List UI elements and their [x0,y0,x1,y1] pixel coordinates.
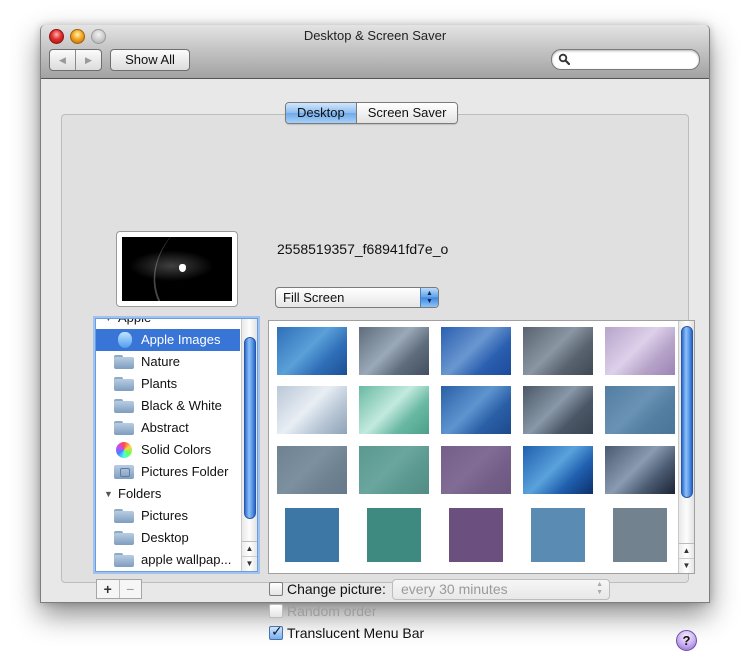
source-item-apple-images[interactable]: Apple Images [96,329,240,351]
picture-grid: ▲ ▼ [268,320,695,574]
help-button[interactable]: ? [676,630,697,651]
picture-filename: 2558519357_f68941fd7e_o [277,241,449,257]
picture-grid-scrollbar[interactable]: ▲ ▼ [678,321,694,573]
scroll-up-button[interactable]: ▲ [242,541,257,556]
popup-arrows-icon: ▲ ▼ [596,581,603,596]
preferences-window: Desktop & Screen Saver ◀ ▶ Show All 2558… [40,25,710,651]
source-item-plants[interactable]: Plants [96,373,240,395]
back-forward-control: ◀ ▶ [49,49,102,71]
wallpaper-thumbnail-aqua-blue[interactable] [277,327,347,375]
source-item-desktop[interactable]: Desktop [96,527,240,549]
wallpaper-thumbnail-aqua-graphite[interactable] [359,327,429,375]
wallpaper-thumbnail-blue-rings[interactable] [441,386,511,434]
fit-mode-popup[interactable]: Fill Screen ▲ ▼ [275,287,439,308]
wallpaper-thumbnail-solid-light-blue[interactable] [531,508,585,562]
remove-folder-button[interactable]: − [118,580,142,598]
pictures-folder-icon [114,465,134,479]
wallpaper-thumbnail-solid-gray-blue[interactable] [613,508,667,562]
scrollbar-thumb[interactable] [244,337,256,519]
change-picture-checkbox[interactable] [269,582,283,596]
source-list: ▼ Apple Apple Images Nature Plants Black… [95,318,258,572]
disclosure-triangle-icon[interactable]: ▼ [104,483,113,505]
current-picture-well[interactable] [116,231,238,307]
folder-icon [114,355,134,369]
wallpaper-thumbnail-steel-blue[interactable] [605,386,675,434]
wallpaper-thumbnail-solid-purple[interactable] [449,508,503,562]
wallpaper-thumbnail-solid-teal[interactable] [367,508,421,562]
search-input[interactable] [574,51,696,68]
apple-icon [118,332,132,348]
search-icon [558,53,570,65]
wallpaper-thumbnail-jaguar-graphite[interactable] [523,327,593,375]
tab-screen-saver[interactable]: Screen Saver [355,103,458,123]
back-button[interactable]: ◀ [50,50,75,70]
window-title: Desktop & Screen Saver [303,28,447,43]
apple-logo-icon [179,264,186,272]
wallpaper-thumbnail-graphite-rings[interactable] [523,386,593,434]
folder-icon [114,509,134,523]
desktop-panel: 2558519357_f68941fd7e_o Fill Screen ▲ ▼ ▼… [61,114,697,651]
forward-button[interactable]: ▶ [75,50,101,70]
wallpaper-thumbnail-teal[interactable] [359,446,429,494]
tab-bar: Desktop Screen Saver [285,102,459,124]
disclosure-triangle-icon[interactable]: ▼ [104,319,113,329]
scrollbar-thumb[interactable] [681,326,693,498]
source-item-pictures-folder[interactable]: Pictures Folder [96,461,240,483]
wallpaper-thumbnail-aqua-green[interactable] [359,386,429,434]
scroll-down-button[interactable]: ▼ [242,556,257,571]
group-header-apple[interactable]: ▼ Apple [96,319,240,329]
source-item-black-white[interactable]: Black & White [96,395,240,417]
wallpaper-thumbnail-silver-lines[interactable] [277,386,347,434]
tab-desktop[interactable]: Desktop [286,103,356,123]
wallpaper-thumbnail-lavender-lines[interactable] [605,327,675,375]
popup-arrows-icon: ▲ ▼ [420,288,438,307]
folder-icon [114,399,134,413]
wallpaper-thumbnail-jaguar-blue[interactable] [441,327,511,375]
random-order-checkbox [269,604,283,618]
show-all-button[interactable]: Show All [110,49,190,71]
add-folder-button[interactable]: + [97,580,119,598]
add-remove-control: + − [96,579,142,599]
title-bar: Desktop & Screen Saver ◀ ▶ Show All [41,25,709,79]
folder-icon [114,421,134,435]
folder-icon [114,531,134,545]
scroll-down-button[interactable]: ▼ [679,558,694,573]
search-field[interactable] [551,49,700,70]
translucent-menu-bar-checkbox[interactable]: ✓ [269,623,283,640]
scroll-up-button[interactable]: ▲ [679,543,694,558]
current-picture-preview [122,237,232,301]
folder-icon [114,553,134,567]
back-arrow-icon: ◀ [59,54,66,65]
folder-icon [114,377,134,391]
source-item-nature[interactable]: Nature [96,351,240,373]
wallpaper-thumbnail-aqua-blue-dark[interactable] [523,446,593,494]
wallpaper-thumbnail-aqua-graphite-dark[interactable] [605,446,675,494]
group-header-folders[interactable]: ▼ Folders [96,483,240,505]
wallpaper-thumbnail-purple[interactable] [441,446,511,494]
wallpaper-thumbnail-solid-blue[interactable] [285,508,339,562]
source-item-solid-colors[interactable]: Solid Colors [96,439,240,461]
source-item-apple-wallpapers[interactable]: apple wallpap... [96,549,240,571]
forward-arrow-icon: ▶ [85,54,92,65]
source-item-pictures[interactable]: Pictures [96,505,240,527]
checkmark-icon: ✓ [271,623,283,639]
source-list-scrollbar[interactable]: ▲ ▼ [241,319,257,571]
source-item-abstract[interactable]: Abstract [96,417,240,439]
fit-mode-value: Fill Screen [283,290,345,305]
change-interval-popup: every 30 minutes ▲ ▼ [392,579,610,600]
wallpaper-thumbnail-slate[interactable] [277,446,347,494]
color-wheel-icon [116,442,132,458]
